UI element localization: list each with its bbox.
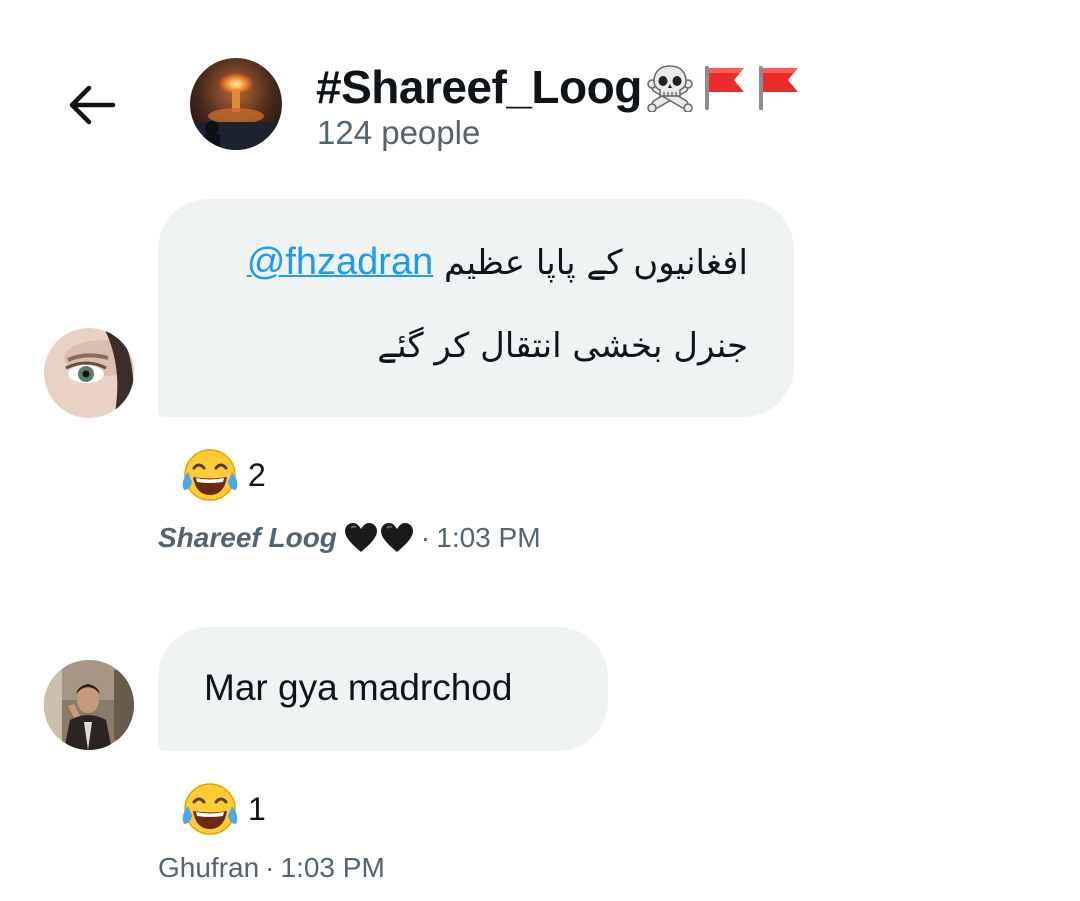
sender-name[interactable]: Ghufran <box>158 852 259 884</box>
meta-separator: · <box>265 852 275 883</box>
reaction-count: 1 <box>248 790 266 827</box>
avatar-image <box>44 328 134 418</box>
back-button[interactable] <box>60 78 122 132</box>
sender-name[interactable]: Shareef Loog <box>158 522 337 554</box>
title-emojis <box>644 62 804 112</box>
message-text-line-1: افغانیوں کے پاپا عظیم @fhzadran <box>247 241 748 284</box>
group-avatar[interactable] <box>190 58 282 150</box>
mention-link[interactable]: @fhzadran <box>247 241 433 283</box>
message-time: 1:03 PM <box>436 522 541 553</box>
reaction-chip[interactable]: 2 <box>180 446 266 504</box>
avatar-image <box>44 660 134 750</box>
face-with-tears-of-joy-icon <box>182 449 238 501</box>
black-heart-icon <box>344 523 377 552</box>
message-text: افغانیوں کے پاپا عظیم <box>444 243 748 283</box>
group-title-text: #Shareef_Loog <box>316 61 642 113</box>
message-meta: Shareef Loog · 1:03 PM <box>158 522 541 554</box>
message-text: Mar gya madrchod <box>204 667 513 708</box>
skull-crossbones-icon <box>647 65 693 112</box>
sender-emojis <box>343 522 415 554</box>
dm-conversation-screen: #Shareef_Loog 124 people افغانیوں کے پاپ… <box>0 0 1080 901</box>
message-text-line-2: جنرل بخشی انتقال کر گئے <box>377 326 748 366</box>
message-time: 1:03 PM <box>280 852 385 883</box>
black-heart-icon <box>380 523 413 552</box>
member-count: 124 people <box>317 114 481 151</box>
face-with-tears-of-joy-icon <box>182 783 238 835</box>
message-bubble[interactable]: افغانیوں کے پاپا عظیم @fhzadran جنرل بخش… <box>158 199 794 417</box>
group-avatar-image <box>190 58 282 150</box>
reaction-count: 2 <box>248 456 266 493</box>
meta-separator: · <box>420 522 431 553</box>
sender-avatar[interactable] <box>44 660 134 750</box>
message-meta: Ghufran · 1:03 PM <box>158 852 385 884</box>
red-flag-icon <box>758 66 798 110</box>
reaction-chip[interactable]: 1 <box>180 780 266 838</box>
red-flag-icon <box>704 66 744 110</box>
back-arrow-icon <box>69 85 116 125</box>
sender-avatar[interactable] <box>44 328 134 418</box>
group-title[interactable]: #Shareef_Loog <box>316 58 804 116</box>
message-bubble[interactable]: Mar gya madrchod <box>158 627 608 751</box>
